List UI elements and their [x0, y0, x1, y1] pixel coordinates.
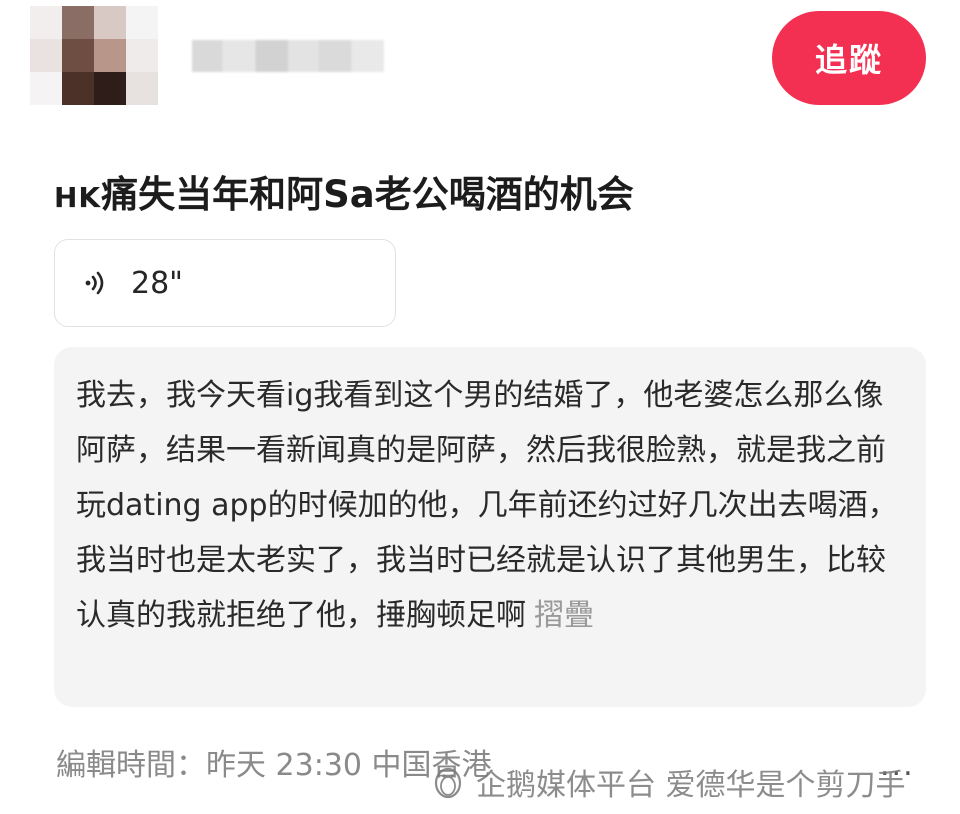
penguin-logo-icon [434, 767, 462, 799]
username-blurred[interactable] [192, 40, 384, 72]
voice-message-player[interactable]: 28" [54, 239, 396, 327]
watermark: 企鹅媒体平台 爱德华是个剪刀手 [428, 760, 906, 804]
voice-duration: 28" [131, 265, 183, 301]
watermark-text: 企鹅媒体平台 爱德华是个剪刀手 [476, 768, 906, 803]
transcript-body: 我去，我今天看ig我看到这个男的结婚了，他老婆怎么那么像阿萨，结果一看新闻真的是… [76, 368, 906, 643]
edit-time: 編輯時間：昨天 23:30 中国香港 [56, 748, 492, 783]
avatar[interactable] [30, 6, 158, 106]
follow-button[interactable]: 追蹤 [772, 11, 926, 105]
post-page: 追蹤 HK痛失当年和阿Sa老公喝酒的机会 28" 我去，我今天看ig我看到这个男… [0, 0, 960, 814]
voice-transcript: 我去，我今天看ig我看到这个男的结婚了，他老婆怎么那么像阿萨，结果一看新闻真的是… [54, 347, 926, 707]
post-title-text: 痛失当年和阿Sa老公喝酒的机会 [101, 173, 634, 216]
voice-wave-icon [85, 271, 104, 295]
post-title-prefix: HK [54, 181, 102, 214]
post-title: HK痛失当年和阿Sa老公喝酒的机会 [54, 164, 914, 218]
collapse-link[interactable]: 摺疊 [534, 598, 594, 633]
transcript-text: 我去，我今天看ig我看到这个男的结婚了，他老婆怎么那么像阿萨，结果一看新闻真的是… [76, 378, 898, 633]
